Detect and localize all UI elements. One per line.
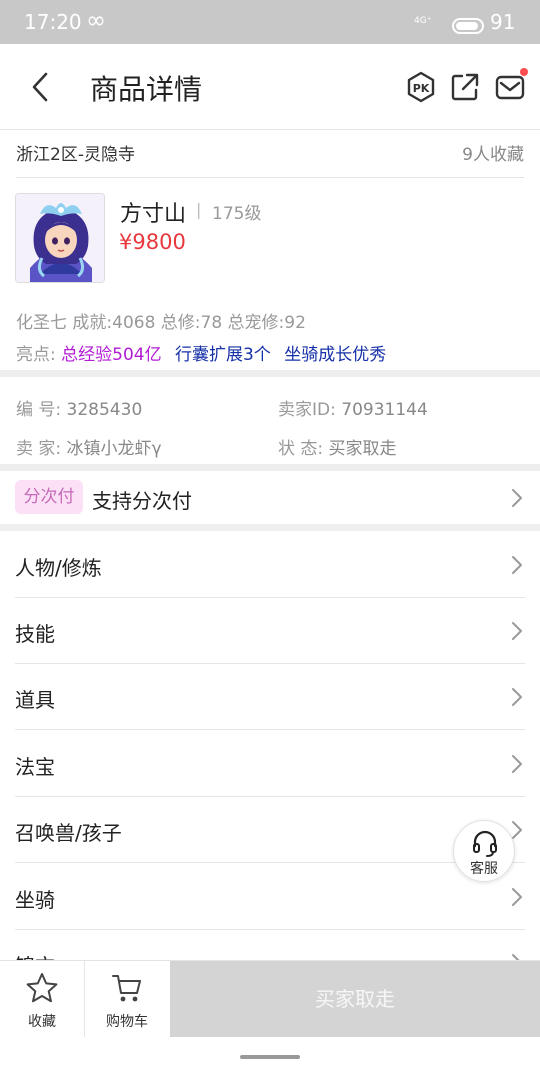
- network-signal-icon: 4G⁺: [414, 16, 432, 26]
- favorite-label: 收藏: [28, 1014, 56, 1030]
- menu-item-label: 道具: [15, 688, 55, 712]
- highlights: 亮点: 总经验504亿 行囊扩展3个 坐骑成长优秀: [16, 340, 386, 365]
- role-name: 方寸山: [120, 202, 187, 227]
- highlight-tag: 总经验504亿: [61, 345, 162, 365]
- cart-icon: [112, 975, 141, 1002]
- infinity-icon: ∞: [86, 6, 106, 34]
- star-icon: [26, 973, 58, 1003]
- chevron-right-icon: [512, 556, 522, 574]
- menu-item-skills[interactable]: 技能: [0, 598, 540, 664]
- menu-item-label: 坐骑: [15, 888, 55, 912]
- chevron-right-icon: [512, 888, 522, 906]
- avatar[interactable]: [15, 193, 105, 283]
- pk-button[interactable]: PK: [404, 70, 438, 104]
- battery-level: 91: [490, 10, 516, 34]
- server-name: 浙江2区-灵隐寺: [16, 145, 135, 165]
- chevron-right-icon: [512, 688, 522, 706]
- item-id-label: 编 号:: [16, 400, 62, 420]
- divider: [16, 177, 524, 178]
- seller-id-value: 70931144: [341, 400, 428, 420]
- menu-item-label: 技能: [15, 622, 55, 646]
- installment-row[interactable]: 分次付 支持分次付: [0, 471, 540, 525]
- pk-icon: PK: [407, 71, 435, 103]
- level-separator: |: [196, 200, 202, 219]
- section-gap: [0, 464, 540, 471]
- chevron-right-icon: [512, 755, 522, 773]
- favorite-button[interactable]: 收藏: [0, 961, 84, 1037]
- battery-icon: [452, 18, 484, 34]
- section-gap: [0, 524, 540, 531]
- seller: 卖 家: 冰镇小龙虾γ: [16, 434, 162, 459]
- installment-text: 支持分次付: [92, 489, 192, 513]
- headset-icon: [473, 830, 497, 857]
- notification-dot: [520, 68, 528, 76]
- installment-badge: 分次付: [15, 480, 83, 514]
- role-level: 175级: [212, 204, 262, 224]
- bottom-action-bar: 收藏 购物车 买家取走: [0, 960, 540, 1037]
- svg-text:PK: PK: [413, 82, 430, 95]
- highlight-label: 亮点:: [16, 345, 56, 365]
- home-indicator: [240, 1055, 300, 1059]
- seller-id: 卖家ID: 70931144: [278, 395, 428, 420]
- chevron-right-icon: [512, 622, 522, 640]
- back-button[interactable]: [24, 68, 60, 106]
- cart-button[interactable]: 购物车: [85, 961, 169, 1037]
- menu-item-items[interactable]: 道具: [0, 664, 540, 730]
- item-id-value: 3285430: [66, 400, 143, 420]
- chevron-right-icon: [512, 489, 522, 507]
- customer-service-label: 客服: [470, 861, 498, 877]
- item-id: 编 号: 3285430: [16, 395, 142, 420]
- character-portrait-icon: [16, 194, 104, 282]
- seller-label: 卖 家:: [16, 439, 62, 459]
- back-arrow-icon: [32, 72, 48, 102]
- menu-item-label: 法宝: [15, 755, 55, 779]
- status-bar: 17:20 ∞ 4G⁺ 91: [0, 0, 540, 44]
- menu-item-treasures[interactable]: 法宝: [0, 731, 540, 797]
- price: ¥9800: [119, 230, 186, 254]
- role-stats: 化圣七 成就:4068 总修:78 总宠修:92: [16, 313, 306, 333]
- customer-service-button[interactable]: 客服: [453, 820, 515, 882]
- share-icon: [451, 73, 479, 101]
- menu-item-label: 召唤兽/孩子: [15, 821, 122, 845]
- seller-value: 冰镇小龙虾γ: [66, 439, 162, 459]
- server-row: 浙江2区-灵隐寺 9人收藏: [0, 130, 540, 178]
- share-button[interactable]: [448, 70, 482, 104]
- highlight-tag: 坐骑成长优秀: [284, 345, 387, 365]
- favorite-count: 9人收藏: [462, 145, 524, 165]
- status-time: 17:20: [24, 10, 82, 34]
- highlight-tag: 行囊扩展3个: [175, 345, 271, 365]
- status-label: 状 态:: [278, 439, 324, 459]
- status-value: 买家取走: [328, 439, 397, 459]
- seller-id-label: 卖家ID:: [278, 400, 336, 420]
- nav-bar: 商品详情 PK: [0, 44, 540, 130]
- buy-button[interactable]: 买家取走: [170, 961, 540, 1037]
- cart-label: 购物车: [106, 1014, 148, 1030]
- divider: [15, 862, 525, 863]
- status: 状 态: 买家取走: [278, 434, 397, 459]
- menu-item-character[interactable]: 人物/修炼: [0, 532, 540, 598]
- section-gap: [0, 370, 540, 377]
- divider: [15, 729, 525, 730]
- menu-item-label: 人物/修炼: [15, 556, 102, 580]
- page-title: 商品详情: [90, 73, 203, 106]
